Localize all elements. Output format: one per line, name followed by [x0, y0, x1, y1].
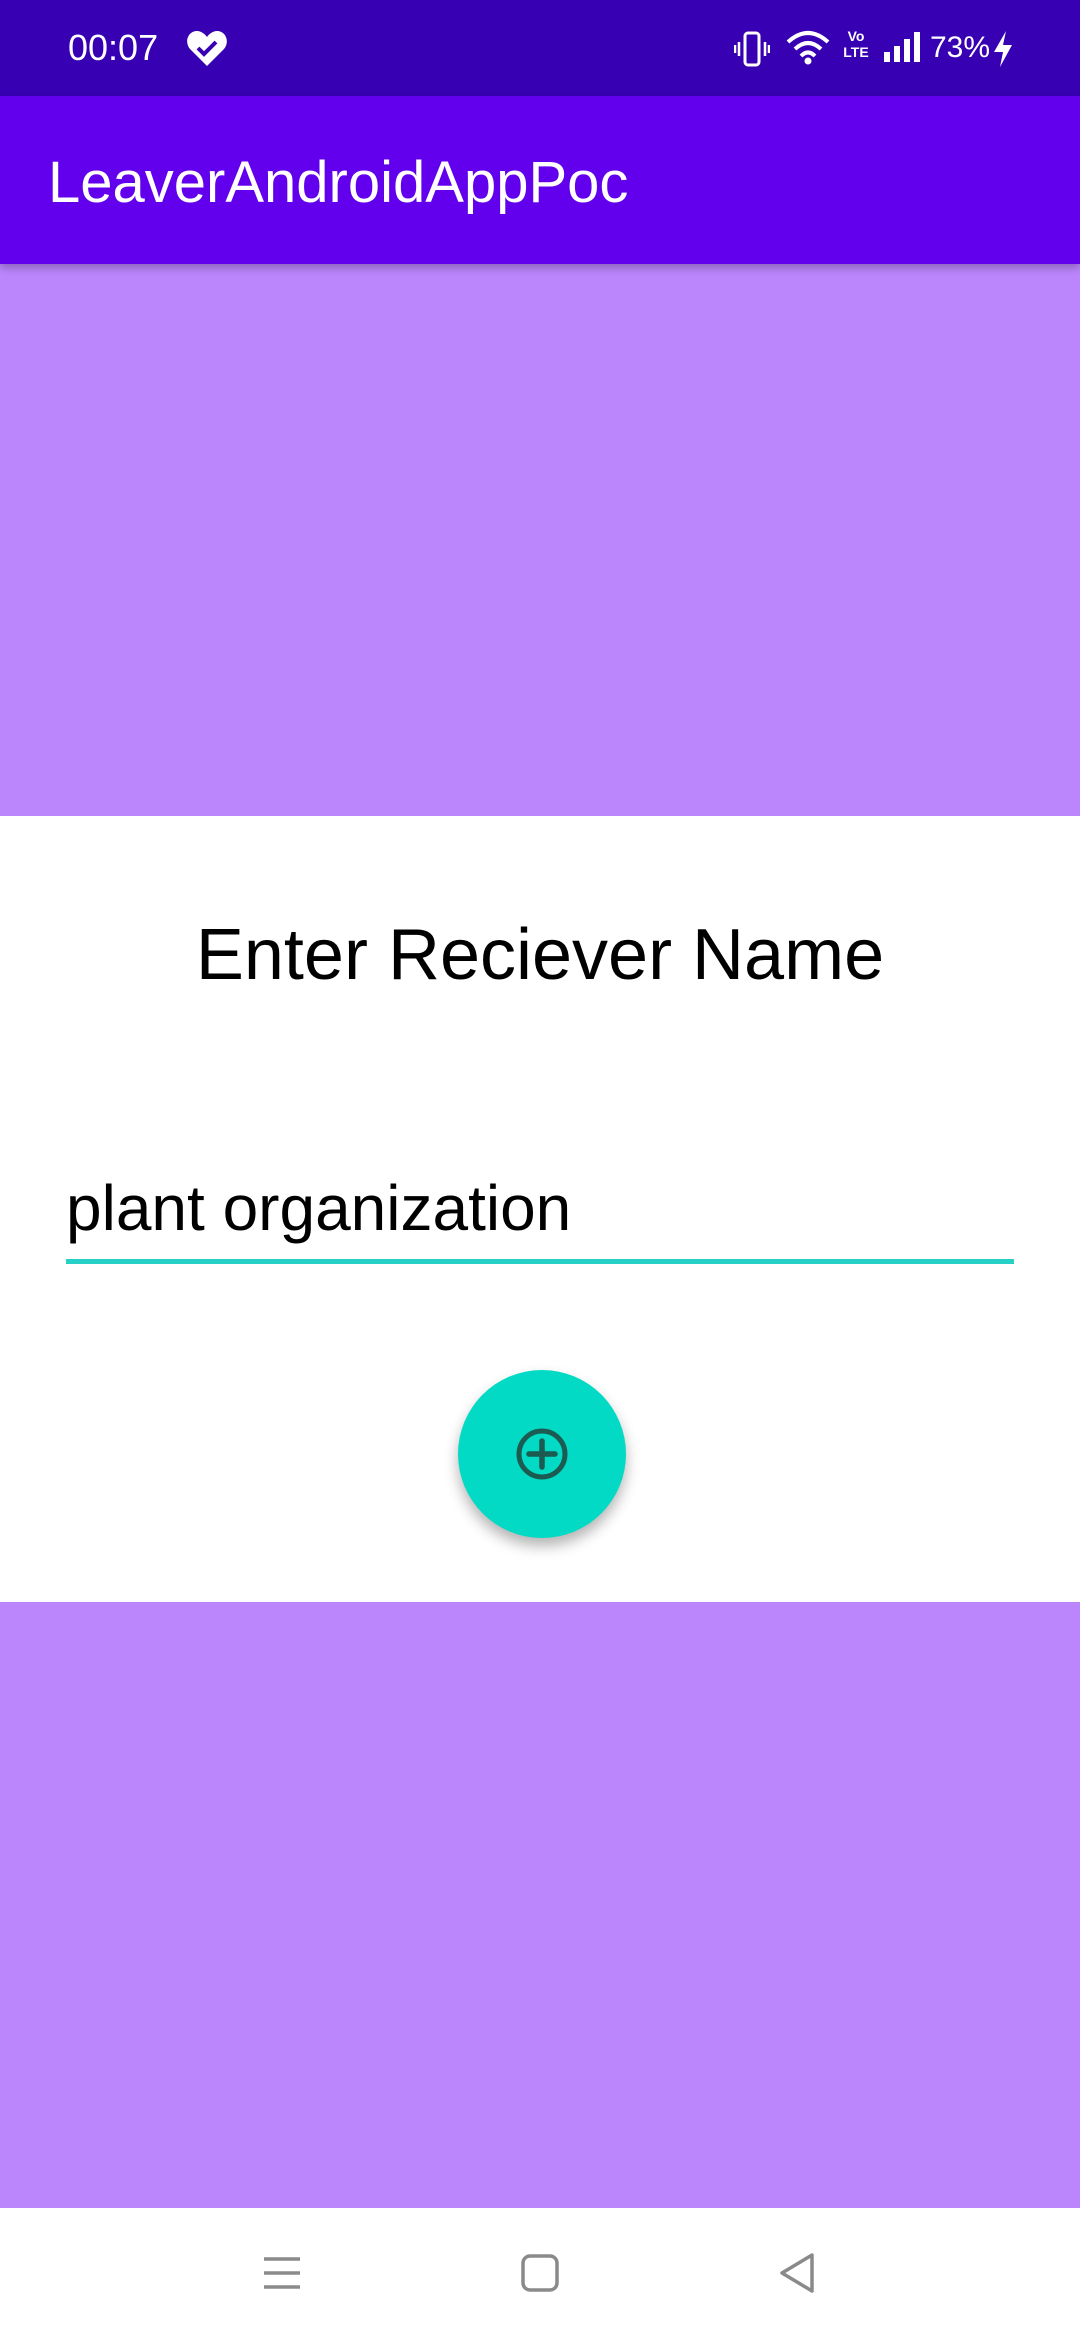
home-icon — [500, 2243, 580, 2303]
app-bar: LeaverAndroidAppPoc — [0, 96, 1080, 264]
charging-bolt-icon — [992, 30, 1014, 68]
volte-label-vo: Vo — [847, 28, 865, 44]
menu-icon — [242, 2243, 322, 2303]
add-receiver-button[interactable] — [458, 1370, 626, 1538]
nav-home-button[interactable] — [500, 2238, 580, 2308]
signal-icon — [882, 30, 924, 64]
receiver-name-input[interactable] — [66, 1156, 1014, 1264]
top-purple-panel — [0, 264, 1080, 816]
receiver-form-card: Enter Reciever Name — [0, 816, 1080, 1602]
status-bar: 00:07 Vo LTE 73% — [0, 0, 1080, 96]
add-circle-icon — [458, 1426, 626, 1482]
nav-back-button[interactable] — [758, 2238, 838, 2308]
volte-label-lte: LTE — [843, 44, 869, 60]
vibrate-icon — [733, 30, 771, 68]
wifi-icon — [786, 28, 830, 66]
heart-check-icon — [186, 28, 228, 68]
app-title: LeaverAndroidAppPoc — [48, 150, 629, 215]
status-time: 00:07 — [68, 27, 159, 68]
battery-percentage: 73% — [930, 31, 991, 64]
bottom-purple-panel — [0, 1602, 1080, 2208]
back-icon — [758, 2243, 838, 2303]
volte-icon: Vo LTE — [842, 28, 870, 68]
nav-menu-button[interactable] — [242, 2238, 322, 2308]
receiver-name-prompt: Enter Reciever Name — [195, 915, 885, 995]
system-navigation-bar — [0, 2208, 1080, 2340]
